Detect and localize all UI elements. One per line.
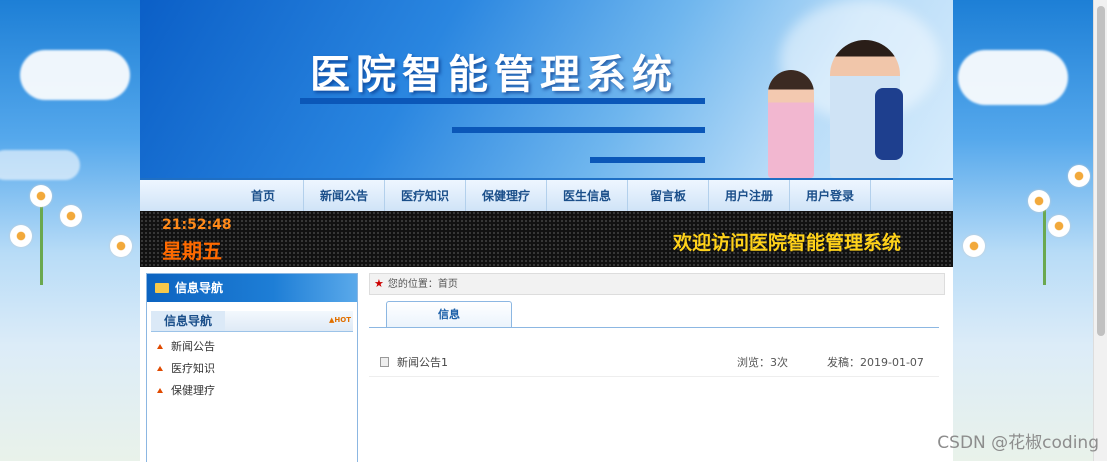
flower-decoration xyxy=(30,185,52,207)
flower-decoration xyxy=(60,205,82,227)
flower-decoration xyxy=(1068,165,1090,187)
tab-divider xyxy=(369,327,939,328)
sidebar-item-label: 保健理疗 xyxy=(171,384,215,397)
left-background xyxy=(0,0,140,461)
star-icon: ★ xyxy=(374,277,384,290)
flower-decoration xyxy=(10,225,32,247)
flower-stem xyxy=(40,205,43,285)
site-title: 医院智能管理系统 xyxy=(310,51,678,98)
flower-decoration xyxy=(1048,215,1070,237)
cloud-decoration xyxy=(958,50,1068,105)
sidebar-item-label: 医疗知识 xyxy=(171,362,215,375)
flower-stem xyxy=(1043,205,1046,285)
main-nav: 首页 新闻公告 医疗知识 保健理疗 医生信息 留言板 用户注册 用户登录 xyxy=(140,178,953,213)
arrow-up-icon xyxy=(157,366,163,371)
right-background xyxy=(953,0,1093,461)
banner-stripe xyxy=(452,127,705,133)
list-item: 新闻公告1 浏览：3次 发稿：2019-01-07 xyxy=(369,348,939,377)
flower-decoration xyxy=(1028,190,1050,212)
breadcrumb-prefix: 您的位置： xyxy=(387,279,438,290)
nav-message-board[interactable]: 留言板 xyxy=(628,180,709,212)
nav-medical-knowledge[interactable]: 医疗知识 xyxy=(385,180,466,212)
nav-doctors[interactable]: 医生信息 xyxy=(547,180,628,212)
clock-time: 21:52:48 xyxy=(162,217,232,233)
sidebar-header: 信息导航 xyxy=(147,274,357,302)
hot-label: HOT xyxy=(334,316,351,324)
nav-news[interactable]: 新闻公告 xyxy=(304,180,385,212)
header-banner: 医院智能管理系统 xyxy=(140,0,953,178)
cloud-decoration xyxy=(0,150,80,180)
view-count: 浏览：3次 xyxy=(737,356,788,369)
sidebar-sub-label: 信息导航 xyxy=(151,311,225,331)
welcome-message: 欢迎访问医院智能管理系统 xyxy=(672,232,901,254)
flower-decoration xyxy=(110,235,132,257)
sidebar-item-health-therapy[interactable]: 保健理疗 xyxy=(147,380,357,402)
folder-icon xyxy=(155,283,169,293)
nav-login[interactable]: 用户登录 xyxy=(790,180,871,212)
cloud-decoration xyxy=(20,50,130,100)
watermark: CSDN @花椒coding xyxy=(937,433,1099,453)
hot-icon: ▲HOT xyxy=(329,316,351,324)
sidebar-subheader: 信息导航 ▲HOT xyxy=(151,311,353,332)
breadcrumb: ★ 您的位置：首页 xyxy=(369,273,945,295)
sidebar-item-medical-knowledge[interactable]: 医疗知识 xyxy=(147,358,357,380)
backpack-illustration xyxy=(875,88,903,160)
sidebar-panel: 信息导航 信息导航 ▲HOT 新闻公告 医疗知识 保健理疗 xyxy=(146,273,358,462)
sidebar-item-label: 新闻公告 xyxy=(171,340,215,353)
banner-stripe xyxy=(300,98,705,104)
scroll-thumb[interactable] xyxy=(1097,6,1105,336)
nav-health-therapy[interactable]: 保健理疗 xyxy=(466,180,547,212)
page-scrollbar[interactable] xyxy=(1093,0,1107,461)
sidebar-item-news[interactable]: 新闻公告 xyxy=(147,336,357,358)
tab-info[interactable]: 信息 xyxy=(386,301,512,328)
student-girl-illustration xyxy=(768,70,814,178)
main-column: 医院智能管理系统 首页 新闻公告 医疗知识 保健理疗 医生信息 留言板 用户注册… xyxy=(140,0,953,462)
clock-day: 星期五 xyxy=(162,239,222,263)
arrow-up-icon xyxy=(157,388,163,393)
led-clock-bar: 21:52:48 星期五 欢迎访问医院智能管理系统 xyxy=(140,211,953,267)
arrow-up-icon xyxy=(157,344,163,349)
breadcrumb-current[interactable]: 首页 xyxy=(438,279,458,290)
sidebar-header-label: 信息导航 xyxy=(175,281,224,295)
news-title-link[interactable]: 新闻公告1 xyxy=(397,354,448,370)
flower-decoration xyxy=(963,235,985,257)
document-icon xyxy=(380,357,389,367)
nav-home[interactable]: 首页 xyxy=(223,180,304,212)
nav-register[interactable]: 用户注册 xyxy=(709,180,790,212)
publish-date: 发稿：2019-01-07 xyxy=(827,356,924,369)
banner-stripe xyxy=(590,157,705,163)
